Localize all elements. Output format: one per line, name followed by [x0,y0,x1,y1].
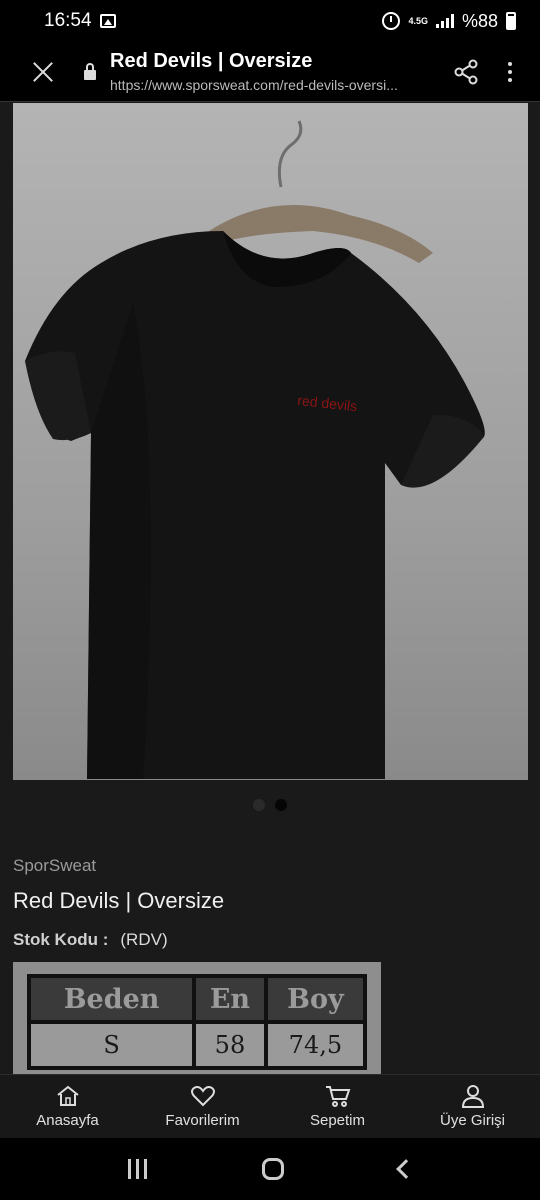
status-time: 16:54 [44,10,92,31]
gallery-dot[interactable] [253,799,265,811]
address-bar[interactable]: Red Devils | Oversize https://www.sporsw… [110,50,430,93]
lock-icon [84,62,96,80]
network-type: 4.5G [408,15,428,26]
product-image[interactable]: red devils [13,103,528,780]
status-bar: 16:54 4.5G %88 [0,0,540,42]
bottom-nav: Anasayfa Favorilerim Sepetim Üye Girişi [0,1074,540,1138]
url-text: https://www.sporsweat.com/red-devils-ove… [110,77,398,93]
page-title: Red Devils | Oversize [110,50,313,72]
nav-login-label: Üye Girişi [439,1112,505,1129]
width-cell: 58 [196,1024,264,1066]
back-icon[interactable] [395,1159,416,1179]
size-header-beden: Beden [31,978,193,1020]
size-header-en: En [196,978,264,1020]
gallery-dot-active[interactable] [275,799,287,811]
nav-home[interactable]: Anasayfa [0,1075,135,1138]
more-vert-icon[interactable] [498,54,522,90]
table-row: S 58 74,5 [31,1024,363,1066]
nav-favorites-label: Favorilerim [165,1112,240,1129]
system-nav [0,1138,540,1200]
home-button-icon[interactable] [261,1158,284,1180]
nav-login[interactable]: Üye Girişi [405,1075,540,1138]
user-icon [461,1085,484,1108]
stock-code: Stok Kodu : (RDV) [13,930,168,950]
size-cell: S [31,1024,193,1066]
home-icon [56,1085,79,1106]
length-cell: 74,5 [267,1024,363,1066]
nav-favorites[interactable]: Favorilerim [135,1075,270,1138]
alarm-icon [382,12,401,30]
heart-icon [190,1086,215,1107]
browser-toolbar: Red Devils | Oversize https://www.sporsw… [0,42,540,102]
signal-icon [435,14,454,28]
product-brand[interactable]: SporSweat [13,856,96,876]
recents-icon[interactable] [127,1159,147,1179]
nav-cart[interactable]: Sepetim [270,1075,405,1138]
status-indicators: 4.5G %88 [382,11,516,32]
stock-value: (RDV) [120,930,168,949]
battery-icon [506,12,516,30]
nav-cart-label: Sepetim [309,1112,366,1129]
cart-icon [325,1086,350,1107]
nav-home-label: Anasayfa [36,1112,99,1129]
size-chart: Beden En Boy S 58 74,5 [13,962,381,1074]
share-icon[interactable] [448,54,484,90]
product-name: Red Devils | Oversize [13,888,225,913]
gallery-indicator [0,799,540,811]
size-table: Beden En Boy S 58 74,5 [27,974,367,1070]
size-header-boy: Boy [267,978,363,1020]
image-icon [99,14,116,28]
stock-label: Stok Kodu : [13,930,109,949]
close-icon[interactable] [18,47,68,97]
battery-percent: %88 [461,10,498,31]
